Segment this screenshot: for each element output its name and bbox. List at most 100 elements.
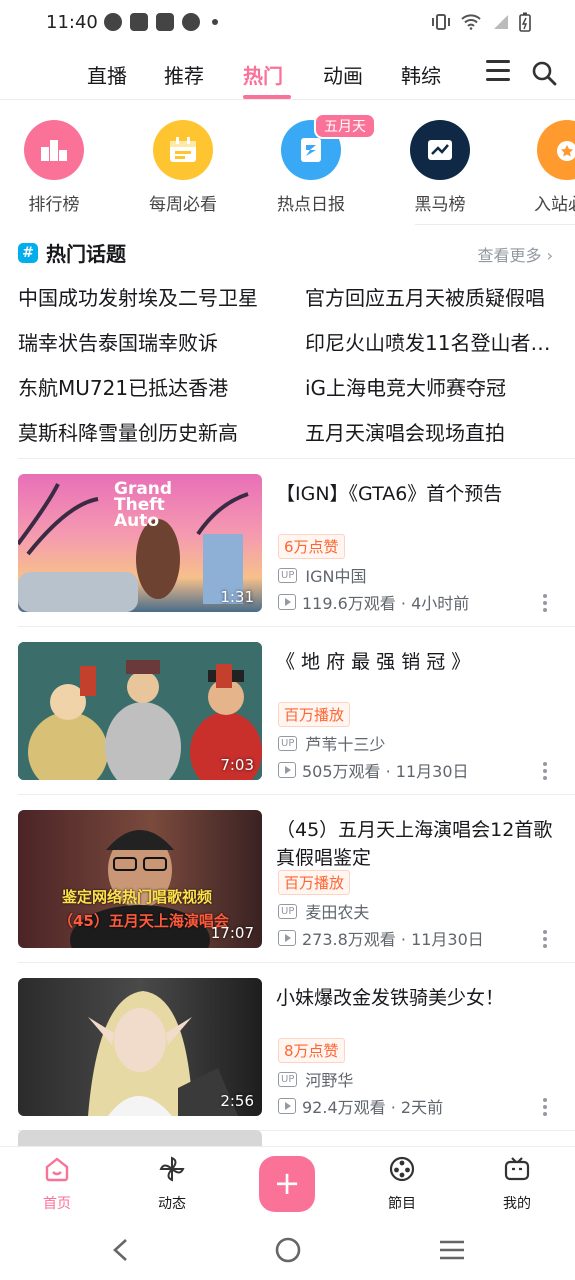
uploader-row[interactable]: UP 芦苇十三少 (278, 731, 385, 755)
topic-item[interactable]: 东航MU721已抵达香港 (18, 372, 273, 401)
video-title[interactable]: （45）五月天上海演唱会12首歌真假唱鉴定 (276, 816, 561, 872)
video-thumbnail[interactable]: 7:03 (18, 642, 262, 780)
thumbnail-caption-bottom: （45）五月天上海演唱会 (58, 912, 229, 930)
nav-programs[interactable]: 節目 (367, 1155, 437, 1213)
tab-live[interactable]: 直播 (87, 60, 127, 89)
entry-must-watch-label: 入站必刷 (534, 195, 575, 215)
more-options-icon[interactable] (540, 594, 550, 615)
next-video-thumbnail-peek (18, 1130, 262, 1146)
video-card[interactable]: 2:56 小妹爆改金发铁骑美少女！ 8万点赞 UP 河野华 92.4万观看 · 2… (0, 978, 575, 1146)
video-card[interactable]: 7:03 《 地 府 最 强 销 冠 》 百万播放 UP 芦苇十三少 505万观看… (0, 642, 575, 810)
notification-icons (104, 13, 218, 31)
topics-more-link[interactable]: 查看更多 › (477, 242, 553, 266)
topic-item[interactable]: 官方回应五月天被质疑假唱 (305, 282, 560, 311)
status-time: 11:40 (46, 12, 98, 33)
video-thumbnail[interactable]: 2:56 (18, 978, 262, 1116)
video-tag: 6万点赞 (278, 534, 345, 559)
divider (415, 224, 575, 225)
play-count-icon (278, 930, 296, 946)
entry-ranking-label: 排行榜 (28, 195, 80, 215)
video-title[interactable]: 《 地 府 最 强 销 冠 》 (276, 648, 561, 676)
nav-dynamic-label: 动态 (158, 1196, 186, 1212)
status-bar: 11:40 (0, 0, 575, 48)
topic-item[interactable]: 中国成功发射埃及二号卫星 (18, 282, 273, 311)
tv-profile-icon (504, 1157, 530, 1181)
tab-animation[interactable]: 动画 (323, 60, 363, 89)
video-card[interactable]: Grand Theft Auto 1:31 【IGN】《GTA6》首个预告 6万… (0, 474, 575, 642)
uploader-row[interactable]: UP 河野华 (278, 1067, 353, 1091)
uploader-name: 麦田农夫 (305, 903, 370, 922)
entry-weekly[interactable]: 每周必看 (128, 120, 238, 215)
film-reel-icon (389, 1156, 415, 1182)
menu-icon[interactable] (486, 60, 510, 87)
signal-icon (494, 15, 508, 29)
tab-recommend[interactable]: 推荐 (164, 60, 204, 89)
topics-header: # 热门话题 (18, 238, 126, 267)
search-icon[interactable] (531, 60, 557, 86)
tab-korean-variety[interactable]: 韩综 (401, 60, 441, 89)
topic-item[interactable]: 五月天演唱会现场直拍 (305, 417, 560, 446)
nav-home-label: 首页 (43, 1196, 71, 1212)
video-card[interactable]: 鉴定网络热门唱歌视频 （45）五月天上海演唱会 17:07 （45）五月天上海演… (0, 810, 575, 978)
entry-dark-horse-label: 黑马榜 (414, 195, 466, 215)
entry-dark-horse[interactable]: 黑马榜 (385, 120, 495, 215)
pinwheel-icon (159, 1156, 185, 1182)
recent-apps-icon[interactable] (438, 1238, 466, 1262)
nav-dynamic[interactable]: 动态 (137, 1155, 207, 1213)
video-stats: 505万观看 · 11月30日 (278, 758, 469, 782)
bottom-navigation: 首页 动态 + 節目 我的 (0, 1146, 575, 1218)
video-thumbnail[interactable]: 鉴定网络热门唱歌视频 （45）五月天上海演唱会 17:07 (18, 810, 262, 948)
topic-item[interactable]: iG上海电竞大师赛夺冠 (305, 372, 560, 401)
thumbnail-caption-top: 鉴定网络热门唱歌视频 (62, 888, 213, 906)
tab-hot[interactable]: 热门 (243, 60, 283, 89)
shield-notification-icon (182, 13, 200, 31)
mail-notification-icon (156, 13, 174, 31)
uploader-name: 河野华 (305, 1071, 354, 1090)
wifi-icon (461, 14, 481, 30)
uploader-row[interactable]: UP 麦田农夫 (278, 899, 369, 923)
vibrate-icon (432, 14, 450, 30)
video-title[interactable]: 小妹爆改金发铁骑美少女！ (276, 984, 561, 1012)
nav-programs-label: 節目 (388, 1196, 416, 1212)
home-icon (45, 1157, 69, 1182)
video-tag: 8万点赞 (278, 1038, 345, 1063)
more-options-icon[interactable] (540, 1098, 550, 1119)
battery-icon (519, 12, 531, 32)
video-stats: 273.8万观看 · 11月30日 (278, 926, 484, 950)
uploader-name: IGN中国 (305, 567, 367, 586)
active-tab-indicator (243, 95, 291, 99)
home-circle-icon[interactable] (274, 1236, 302, 1264)
nav-home[interactable]: 首页 (22, 1155, 92, 1213)
video-duration: 1:31 (220, 588, 254, 606)
divider (18, 962, 575, 963)
system-navigation-bar (0, 1218, 575, 1280)
topic-item[interactable]: 莫斯科降雪量创历史新高 (18, 417, 273, 446)
play-count-icon (278, 1098, 296, 1114)
entry-ranking[interactable]: 排行榜 (0, 120, 109, 215)
more-options-icon[interactable] (540, 930, 550, 951)
system-status-icons (431, 12, 531, 32)
up-icon: UP (278, 903, 298, 919)
dark-horse-icon (410, 120, 470, 180)
ranking-icon (24, 120, 84, 180)
video-stats: 92.4万观看 · 2天前 (278, 1094, 443, 1118)
nav-profile[interactable]: 我的 (482, 1155, 552, 1213)
topic-item[interactable]: 瑞幸状告泰国瑞幸败诉 (18, 327, 273, 356)
topic-item[interactable]: 印尼火山喷发11名登山者遇难 (305, 327, 555, 356)
video-title[interactable]: 【IGN】《GTA6》首个预告 (276, 480, 561, 508)
video-thumbnail[interactable]: Grand Theft Auto 1:31 (18, 474, 262, 612)
more-notifications-dot (212, 19, 218, 25)
video-stats: 119.6万观看 · 4小时前 (278, 590, 469, 614)
uploader-name: 芦苇十三少 (305, 735, 386, 754)
video-stats-text: 119.6万观看 · 4小时前 (302, 594, 470, 613)
publish-button[interactable]: + (259, 1156, 315, 1212)
more-options-icon[interactable] (540, 762, 550, 783)
entry-weekly-label: 每周必看 (149, 195, 217, 215)
back-icon[interactable] (110, 1238, 132, 1262)
play-count-icon (278, 762, 296, 778)
uploader-row[interactable]: UP IGN中国 (278, 563, 366, 587)
must-watch-icon (537, 120, 575, 180)
up-icon: UP (278, 1071, 298, 1087)
entry-must-watch[interactable]: 入站必刷 (512, 120, 575, 215)
topics-more-label: 查看更多 (477, 246, 542, 265)
